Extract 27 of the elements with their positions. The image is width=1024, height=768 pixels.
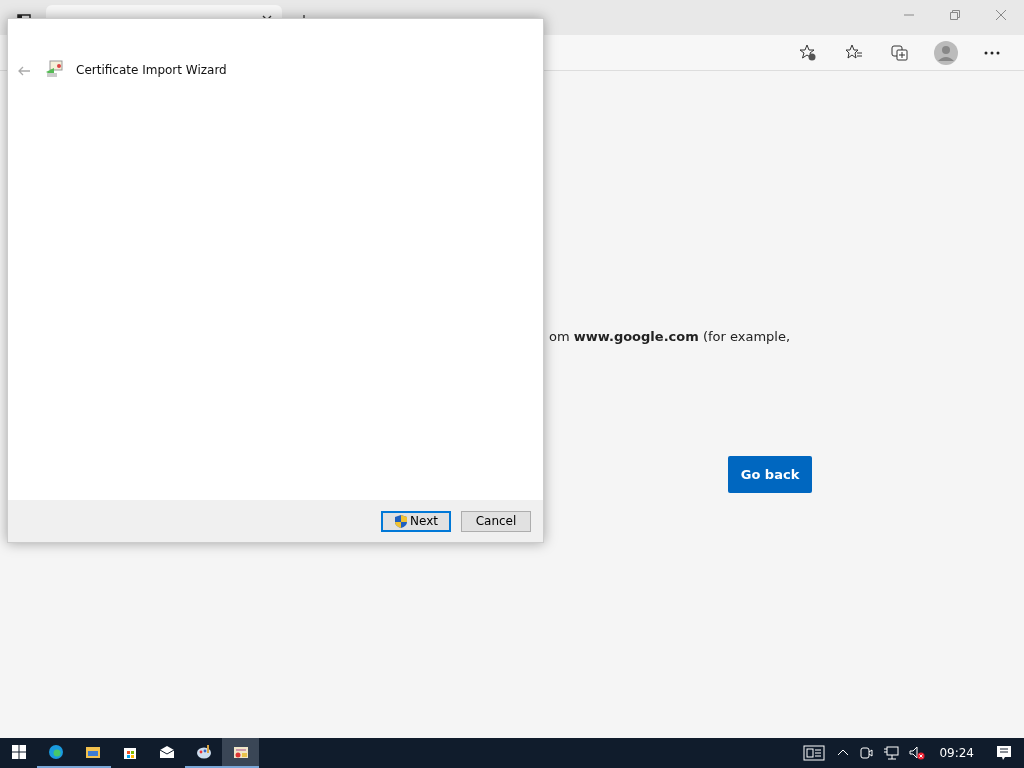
certificate-icon xyxy=(232,744,249,760)
restore-icon xyxy=(950,10,960,20)
cancel-button[interactable]: Cancel xyxy=(461,510,531,532)
windows-start-icon xyxy=(10,744,27,760)
notifications-icon xyxy=(996,745,1012,761)
go-back-button[interactable]: Go back xyxy=(728,456,812,493)
folder-icon xyxy=(84,744,101,760)
next-button[interactable]: Next xyxy=(381,510,451,532)
dialog-title: Certificate Import Wizard xyxy=(76,63,227,79)
shield-icon xyxy=(394,513,408,529)
profile-avatar-icon xyxy=(934,40,958,65)
error-description: om www.google.com (for example, xyxy=(549,329,792,344)
clock: 09:24 xyxy=(939,746,974,760)
palette-icon xyxy=(195,744,212,760)
favorites-icon xyxy=(845,43,863,62)
mail-icon xyxy=(158,744,175,760)
network-icon xyxy=(883,746,900,760)
news-icon xyxy=(803,745,828,761)
close-icon xyxy=(996,10,1006,20)
muted-speaker-icon xyxy=(909,746,926,760)
certificate-icon xyxy=(44,59,64,79)
collections-icon xyxy=(891,43,909,62)
taskbar-app[interactable] xyxy=(222,738,259,768)
add-favorite-icon xyxy=(799,43,817,62)
more-icon xyxy=(984,50,1000,55)
edge-icon xyxy=(47,744,64,760)
meet-camera-icon xyxy=(859,746,874,760)
